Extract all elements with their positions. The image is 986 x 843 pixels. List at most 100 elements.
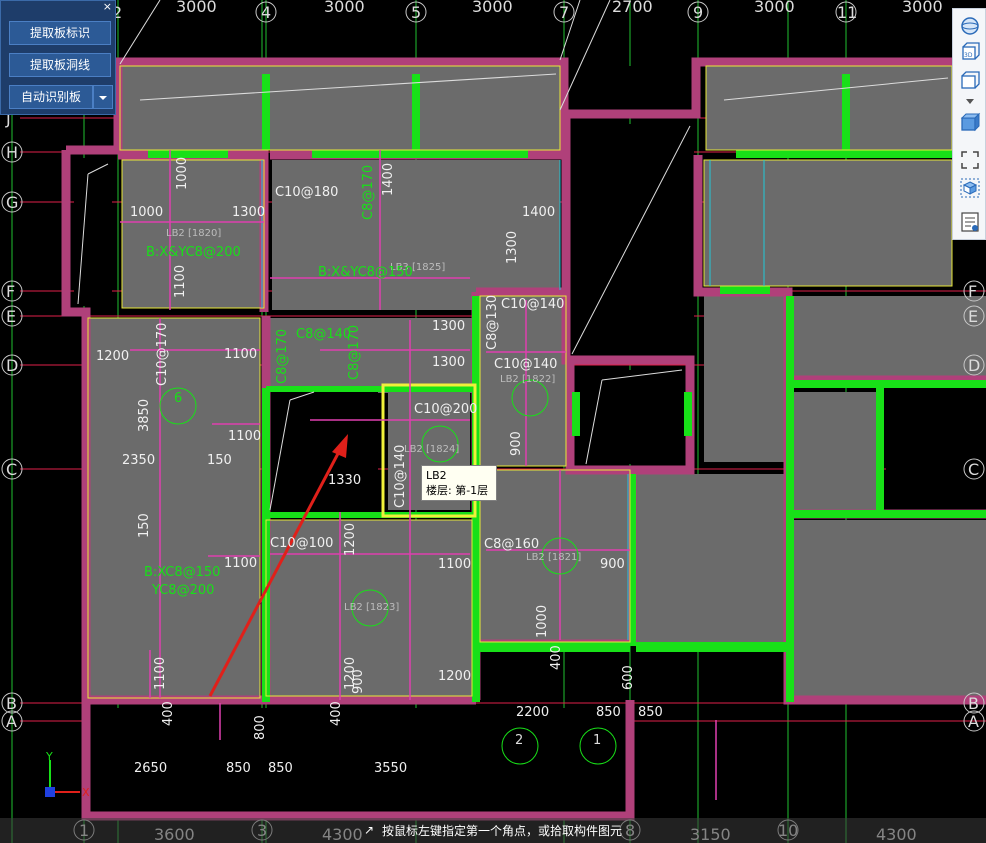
dim-label: 400	[329, 701, 344, 726]
rebar-label: B:XC8@150	[144, 565, 220, 580]
axis-left-label: G	[6, 193, 18, 212]
close-icon[interactable]: ×	[103, 1, 112, 13]
axis-left-label: D	[6, 356, 18, 375]
view-toolbar: 3D	[952, 8, 986, 240]
tooltip-floor: 楼层: 第-1层	[426, 484, 489, 497]
axis-left-label: F	[6, 282, 15, 301]
dim-label: 1400	[522, 205, 555, 220]
svg-text:Y: Y	[45, 750, 53, 763]
element-tooltip: LB2 楼层: 第-1层	[421, 465, 497, 501]
dim-label: 800	[253, 715, 268, 740]
dim-label: 1300	[432, 319, 465, 334]
box-view-icon[interactable]	[959, 69, 981, 91]
dim-label: 600	[621, 665, 636, 690]
rebar-label: C8@160	[484, 537, 539, 552]
rebar-label: B:X&YC8@200	[146, 245, 241, 260]
sphere-view-icon[interactable]	[959, 15, 981, 37]
svg-text:3D: 3D	[964, 52, 973, 59]
extract-slab-label-button[interactable]: 提取板标识	[9, 21, 111, 45]
dim-label: 2650	[134, 761, 167, 776]
axis-right-label: F	[968, 282, 977, 301]
slab-label: LB2 [1820]	[166, 228, 221, 239]
dim-label: 900	[509, 431, 524, 456]
slab-label: LB2 [1822]	[500, 374, 555, 385]
fullscreen-icon[interactable]	[959, 149, 981, 171]
dim-label: 1200	[343, 523, 358, 556]
axis-top-label: 4	[261, 3, 271, 22]
rebar-label: C10@100	[270, 536, 333, 551]
dim-label: 1400	[381, 163, 396, 196]
axis-top-dim: 2700	[612, 0, 653, 16]
dim-label: 850	[638, 705, 663, 720]
chevron-down-icon[interactable]	[93, 85, 113, 109]
dim-label: 1330	[328, 473, 361, 488]
dim-label: 1200	[438, 669, 471, 684]
rebar-label: B:X&YC8@150	[318, 265, 413, 280]
extract-slab-hole-button[interactable]: 提取板洞线	[9, 53, 111, 77]
axis-top-dim: 3000	[176, 0, 217, 16]
dim-label: 2350	[122, 453, 155, 468]
3d-view-icon[interactable]: 3D	[959, 41, 981, 63]
properties-icon[interactable]	[959, 211, 981, 233]
component-view-icon[interactable]	[959, 177, 981, 199]
rebar-label: C10@200	[414, 402, 477, 417]
axis-top-dim: 3000	[324, 0, 365, 16]
dim-label: 1000	[535, 605, 550, 638]
axis-right-label: B	[968, 694, 979, 713]
rebar-label: C8@130	[485, 295, 500, 350]
dim-label: 2200	[516, 705, 549, 720]
svg-text:X: X	[82, 786, 90, 799]
dim-label: 850	[268, 761, 293, 776]
axis-left-label: C	[6, 460, 17, 479]
dim-label: 1300	[232, 205, 265, 220]
dim-label: 1300	[432, 355, 465, 370]
dim-label: 850	[226, 761, 251, 776]
marker-number: 2	[515, 733, 523, 748]
axis-right-label: C	[968, 460, 979, 479]
dim-label: 150	[207, 453, 232, 468]
rebar-label: C8@170	[361, 165, 376, 220]
rebar-label: C10@140	[393, 445, 408, 508]
dim-label: 1000	[175, 157, 190, 190]
cursor-icon: ↗	[364, 823, 375, 837]
dim-label: 1200	[96, 349, 129, 364]
axis-top-dim: 3000	[902, 0, 943, 16]
marker-number: 6	[174, 391, 182, 406]
slab-label: LB2 [1824]	[404, 444, 459, 455]
rebar-label: C8@170	[275, 329, 290, 384]
tooltip-slab-name: LB2	[426, 469, 447, 482]
command-prompt-bar: ↗ 按鼠标左键指定第一个角点，或拾取构件图元	[0, 818, 986, 843]
rebar-label: C10@180	[275, 185, 338, 200]
dim-label: 1100	[228, 429, 261, 444]
ucs-axis-indicator	[45, 760, 80, 797]
slab-label: LB2 [1821]	[526, 552, 581, 563]
command-prompt-text: 按鼠标左键指定第一个角点，或拾取构件图元	[382, 824, 623, 838]
dim-label: 1100	[153, 657, 168, 690]
dim-label: 1000	[130, 205, 163, 220]
slab-label: LB2 [1823]	[344, 602, 399, 613]
dim-label: 1100	[224, 347, 257, 362]
axis-right-label: E	[968, 307, 978, 326]
rebar-label: C8@140	[296, 327, 351, 342]
dim-label: 1100	[173, 265, 188, 298]
axis-top-label: 7	[559, 3, 569, 22]
dim-label: 3850	[137, 399, 152, 432]
rebar-label: YC8@200	[151, 583, 214, 598]
axis-top-label: 11	[837, 3, 857, 22]
axis-left-label: B	[6, 694, 17, 713]
auto-recognize-slab-button[interactable]: 自动识别板	[9, 85, 93, 109]
chevron-down-icon[interactable]	[959, 95, 981, 107]
cad-drawing-canvas[interactable]: 2 4 5 7 9 11 3000 3000 3000 2700 3000 30…	[0, 0, 986, 843]
dim-label: 1100	[224, 556, 257, 571]
dim-label: 1300	[505, 231, 520, 264]
rebar-label: C10@140	[494, 357, 557, 372]
axis-right-label: D	[968, 356, 980, 375]
dim-label: 900	[600, 557, 625, 572]
axis-left-label: H	[6, 143, 18, 162]
slab-recognition-panel: × 提取板标识 提取板洞线 自动识别板	[0, 0, 116, 115]
axis-top-label: 9	[693, 3, 703, 22]
dim-label: 900	[351, 669, 366, 694]
cube-view-icon[interactable]	[959, 111, 981, 133]
rebar-label: C10@170	[155, 323, 170, 386]
dim-label: 400	[549, 645, 564, 670]
